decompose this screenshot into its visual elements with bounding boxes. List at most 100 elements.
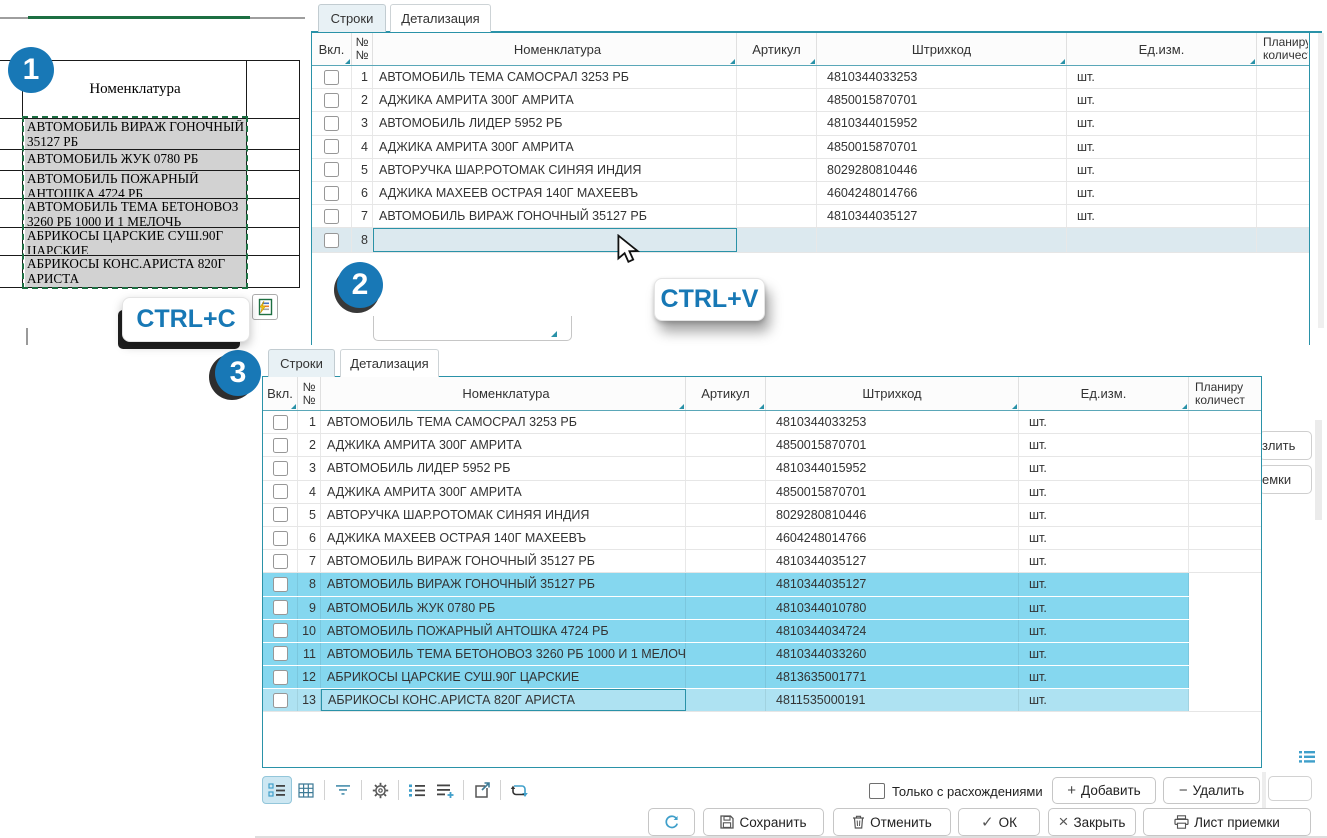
row-planned[interactable] [1189, 504, 1260, 526]
row-article[interactable] [737, 182, 817, 204]
row-planned[interactable] [1189, 527, 1260, 549]
row-planned[interactable] [1257, 89, 1308, 111]
column-header-num[interactable]: №№ [352, 33, 373, 65]
row-nomenclature[interactable]: АВТОМОБИЛЬ ТЕМА БЕТОНОВОЗ 3260 РБ 1000 И… [321, 643, 686, 665]
row-checkbox[interactable] [273, 577, 288, 592]
row-barcode[interactable]: 4810344033260 [766, 643, 1019, 665]
row-barcode[interactable]: 4850015870701 [766, 481, 1019, 503]
row-barcode[interactable]: 4604248014766 [817, 182, 1067, 204]
row-checkbox[interactable] [324, 233, 339, 248]
row-unit[interactable]: шт. [1019, 620, 1189, 642]
add-button[interactable]: + Добавить [1052, 777, 1156, 804]
row-checkbox[interactable] [324, 186, 339, 201]
row-checkbox-cell[interactable] [312, 182, 352, 204]
row-nomenclature[interactable]: АБРИКОСЫ ЦАРСКИЕ СУШ.90Г ЦАРСКИЕ [321, 666, 686, 688]
underlying-sheet-button-fragment[interactable]: емки [1259, 465, 1312, 494]
table-row[interactable]: 4АДЖИКА АМРИТА 300Г АМРИТА4850015870701ш… [312, 136, 1309, 159]
row-checkbox-cell[interactable] [312, 205, 352, 227]
row-barcode[interactable]: 4810344015952 [766, 457, 1019, 479]
row-checkbox[interactable] [273, 484, 288, 499]
row-planned[interactable] [1189, 620, 1260, 642]
scrollbar-track[interactable] [1318, 33, 1324, 328]
row-checkbox-cell[interactable] [312, 136, 352, 158]
row-nomenclature[interactable]: АДЖИКА МАХЕЕВ ОСТРАЯ 140Г МАХЕЕВЪ [373, 182, 737, 204]
row-article[interactable] [686, 434, 766, 456]
paste-options-icon[interactable] [252, 294, 278, 320]
row-barcode[interactable]: 4850015870701 [766, 434, 1019, 456]
view-list-icon[interactable] [262, 776, 292, 804]
row-checkbox[interactable] [273, 554, 288, 569]
row-barcode[interactable]: 4604248014766 [766, 527, 1019, 549]
row-article[interactable] [686, 689, 766, 711]
row-article[interactable] [686, 573, 766, 595]
row-checkbox[interactable] [324, 139, 339, 154]
table-row[interactable]: 2АДЖИКА АМРИТА 300Г АМРИТА4850015870701ш… [312, 89, 1309, 112]
column-header-incl[interactable]: Вкл. [312, 33, 352, 65]
row-nomenclature[interactable]: АВТОРУЧКА ШАР.РОТОМАК СИНЯЯ ИНДИЯ [373, 159, 737, 181]
table-row[interactable]: 6АДЖИКА МАХЕЕВ ОСТРАЯ 140Г МАХЕЕВЪ460424… [263, 527, 1261, 550]
row-checkbox[interactable] [273, 670, 288, 685]
row-checkbox[interactable] [324, 93, 339, 108]
row-number[interactable]: 5 [352, 159, 373, 181]
row-checkbox[interactable] [324, 70, 339, 85]
row-unit[interactable]: шт. [1019, 481, 1189, 503]
row-checkbox[interactable] [273, 461, 288, 476]
row-checkbox[interactable] [273, 507, 288, 522]
row-article[interactable] [737, 66, 817, 88]
row-barcode[interactable]: 8029280810446 [766, 504, 1019, 526]
row-nomenclature[interactable]: АВТОМОБИЛЬ ВИРАЖ ГОНОЧНЫЙ 35127 РБ [373, 205, 737, 227]
row-number[interactable]: 12 [298, 666, 321, 688]
row-checkbox-cell[interactable] [312, 66, 352, 88]
column-header-nomenclature[interactable]: Номенклатура [321, 377, 686, 410]
row-number[interactable]: 2 [298, 434, 321, 456]
row-planned[interactable] [1189, 666, 1260, 688]
table-row[interactable]: 4АДЖИКА АМРИТА 300Г АМРИТА4850015870701ш… [263, 481, 1261, 504]
row-unit[interactable]: шт. [1067, 136, 1257, 158]
row-barcode[interactable]: 4810344010780 [766, 597, 1019, 619]
row-checkbox-cell[interactable] [263, 481, 298, 503]
row-checkbox[interactable] [324, 162, 339, 177]
row-checkbox-cell[interactable] [263, 434, 298, 456]
cancel-button[interactable]: Отменить [833, 808, 951, 836]
row-planned[interactable] [1189, 434, 1260, 456]
row-nomenclature[interactable]: АДЖИКА АМРИТА 300Г АМРИТА [321, 481, 686, 503]
column-header-barcode[interactable]: Штрихкод [766, 377, 1019, 410]
row-unit[interactable]: шт. [1067, 89, 1257, 111]
row-article[interactable] [686, 411, 766, 433]
row-article[interactable] [686, 643, 766, 665]
table-row[interactable]: 7АВТОМОБИЛЬ ВИРАЖ ГОНОЧНЫЙ 35127 РБ48103… [263, 550, 1261, 573]
row-planned[interactable] [1189, 689, 1260, 711]
row-barcode[interactable] [817, 228, 1067, 252]
column-header-nomenclature[interactable]: Номенклатура [373, 33, 737, 65]
column-header-article[interactable]: Артикул [737, 33, 817, 65]
row-number[interactable]: 1 [352, 66, 373, 88]
row-number[interactable]: 10 [298, 620, 321, 642]
row-unit[interactable]: шт. [1019, 597, 1189, 619]
row-number[interactable]: 1 [298, 411, 321, 433]
row-unit[interactable]: шт. [1019, 527, 1189, 549]
row-nomenclature[interactable]: АВТОМОБИЛЬ ВИРАЖ ГОНОЧНЫЙ 35127 РБ [321, 573, 686, 595]
table-row[interactable]: 13АБРИКОСЫ КОНС.АРИСТА 820Г АРИСТА481153… [263, 689, 1261, 712]
row-unit[interactable] [1067, 228, 1257, 252]
row-checkbox[interactable] [273, 693, 288, 708]
ok-button[interactable]: ✓ ОК [958, 808, 1040, 836]
row-barcode[interactable]: 4810344035127 [766, 550, 1019, 572]
row-article[interactable] [737, 136, 817, 158]
row-checkbox-cell[interactable] [263, 527, 298, 549]
table-row[interactable]: 9АВТОМОБИЛЬ ЖУК 0780 РБ4810344010780шт. [263, 597, 1261, 620]
row-nomenclature[interactable]: АВТОМОБИЛЬ ЖУК 0780 РБ [321, 597, 686, 619]
table-row[interactable]: 1АВТОМОБИЛЬ ТЕМА САМОСРАЛ 3253 РБ4810344… [263, 411, 1261, 434]
row-barcode[interactable]: 8029280810446 [817, 159, 1067, 181]
view-grid-icon[interactable] [292, 777, 320, 803]
row-number[interactable]: 7 [352, 205, 373, 227]
row-unit[interactable]: шт. [1019, 666, 1189, 688]
row-article[interactable] [686, 666, 766, 688]
row-unit[interactable]: шт. [1067, 66, 1257, 88]
row-barcode[interactable]: 4850015870701 [817, 89, 1067, 111]
row-checkbox-cell[interactable] [263, 666, 298, 688]
row-planned[interactable] [1257, 205, 1308, 227]
column-header-incl[interactable]: Вкл. [263, 377, 298, 410]
row-article[interactable] [737, 228, 817, 252]
row-number[interactable]: 6 [352, 182, 373, 204]
row-barcode[interactable]: 4810344033253 [766, 411, 1019, 433]
